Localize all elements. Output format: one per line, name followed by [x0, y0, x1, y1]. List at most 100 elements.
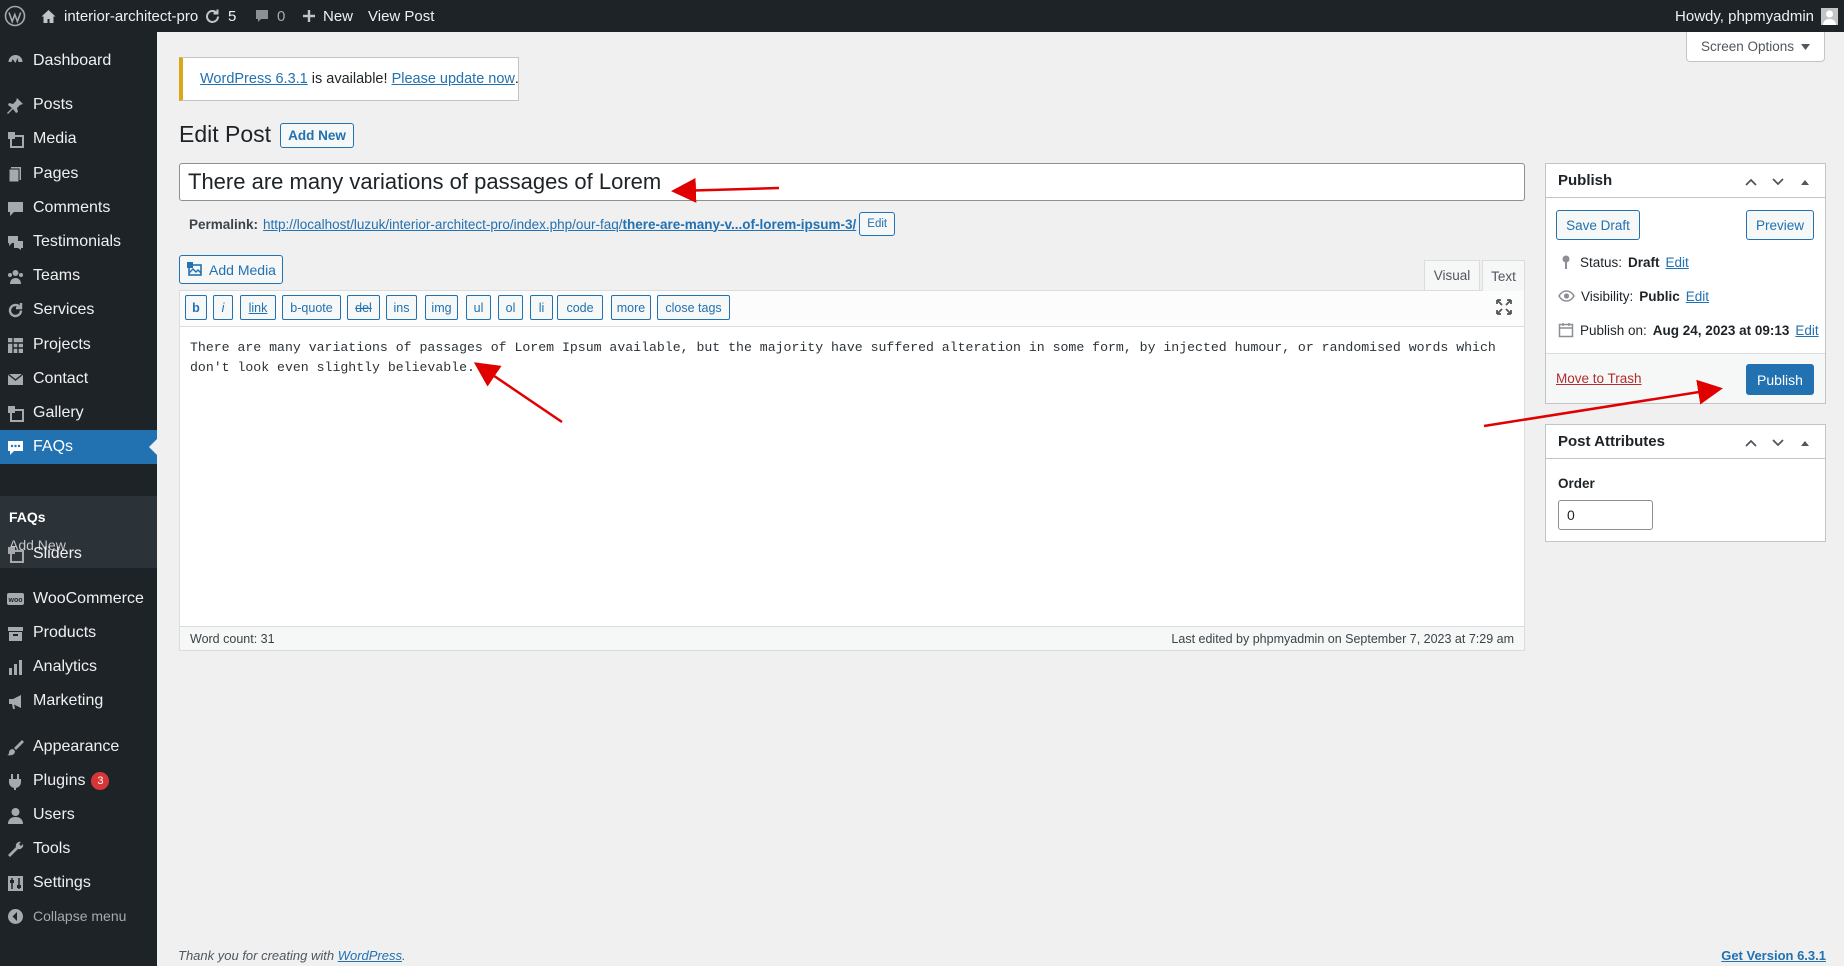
quicktag-ul-button[interactable]: ul	[466, 295, 491, 320]
quicktag-close-tags-button[interactable]: close tags	[657, 295, 730, 320]
preview-button[interactable]: Preview	[1746, 210, 1814, 240]
sidebar-item-label: WooCommerce	[33, 590, 144, 607]
sidebar-item-label: Testimonials	[33, 233, 122, 250]
sidebar-item-projects[interactable]: Projects	[0, 328, 157, 362]
wordpress-version-link[interactable]: WordPress 6.3.1	[200, 71, 308, 87]
sidebar-item-teams[interactable]: Teams	[0, 259, 157, 293]
move-to-trash-link[interactable]: Move to Trash	[1556, 371, 1642, 386]
edit-date-link[interactable]: Edit	[1795, 323, 1818, 338]
home-icon	[41, 9, 56, 23]
quicktag-link-button[interactable]: link	[240, 295, 276, 320]
chevron-down-icon[interactable]	[1770, 174, 1786, 190]
media-icon	[7, 131, 24, 148]
submenu-item-faqs[interactable]: FAQs	[9, 509, 46, 525]
screen-options-label: Screen Options	[1700, 39, 1795, 54]
sidebar-item-collapse-menu[interactable]: Collapse menu	[0, 899, 157, 933]
collapse-icon	[7, 908, 24, 925]
post-title-input[interactable]: There are many variations of passages of…	[179, 163, 1525, 201]
sidebar-item-label: Appearance	[33, 738, 120, 755]
quicktag-ol-button[interactable]: ol	[498, 295, 523, 320]
permalink-edit-button[interactable]: Edit	[859, 212, 896, 236]
publish-on-value: Aug 24, 2023 at 09:13	[1652, 322, 1790, 338]
testimonial-icon	[7, 234, 24, 251]
quicktag-li-button[interactable]: li	[530, 295, 553, 320]
wordpress-logo-icon[interactable]	[4, 0, 26, 32]
sidebar-item-label: Products	[33, 624, 97, 641]
site-name-link[interactable]: interior-architect-pro	[40, 0, 198, 32]
sidebar-item-label: Media	[33, 130, 77, 147]
sidebar-item-products[interactable]: Products	[0, 616, 157, 650]
word-count: Word count: 31	[190, 632, 275, 646]
footer-wordpress-link[interactable]: WordPress	[338, 948, 402, 963]
updates-link[interactable]: 5	[204, 0, 236, 32]
sidebar-item-label: Dashboard	[33, 52, 112, 69]
sidebar-item-comments[interactable]: Comments	[0, 191, 157, 225]
quicktag-b-button[interactable]: b	[185, 295, 207, 320]
post-content-textarea[interactable]: There are many variations of passages of…	[190, 338, 1510, 378]
order-input[interactable]: 0	[1558, 500, 1653, 530]
quicktag-code-button[interactable]: code	[557, 295, 603, 320]
sidebar-item-posts[interactable]: Posts	[0, 88, 157, 122]
pages-icon	[7, 166, 24, 183]
sidebar-item-testimonials[interactable]: Testimonials	[0, 225, 157, 259]
sidebar-item-sliders[interactable]: Sliders	[0, 537, 157, 571]
quicktag-img-button[interactable]: img	[425, 295, 458, 320]
sidebar-item-dashboard[interactable]: Dashboard	[0, 44, 157, 78]
gallery-icon	[7, 405, 24, 422]
chevron-down-icon[interactable]	[1770, 435, 1786, 451]
avatar	[1821, 7, 1838, 25]
save-draft-button[interactable]: Save Draft	[1556, 210, 1640, 240]
permalink-link[interactable]: http://localhost/luzuk/interior-architec…	[263, 217, 856, 232]
update-now-link[interactable]: Please update now	[392, 71, 515, 87]
sidebar-item-appearance[interactable]: Appearance	[0, 730, 157, 764]
notice-end: .	[514, 71, 519, 87]
chevron-up-icon[interactable]	[1743, 174, 1759, 190]
sidebar-item-label: Plugins 3	[33, 772, 110, 790]
quicktag-del-button[interactable]: del	[347, 295, 380, 320]
comments-link[interactable]: 0	[254, 0, 285, 32]
toggle-panel-icon[interactable]	[1797, 435, 1813, 451]
sidebar-item-contact[interactable]: Contact	[0, 362, 157, 396]
sidebar-item-woocommerce[interactable]: woo WooCommerce	[0, 582, 157, 616]
visibility-icon	[1558, 290, 1575, 302]
visibility-label: Visibility:	[1581, 288, 1634, 304]
sidebar-item-faqs[interactable]: FAQs	[0, 430, 157, 464]
edit-visibility-link[interactable]: Edit	[1686, 289, 1709, 304]
editor-container: There are many variations of passages of…	[179, 290, 1525, 651]
fullscreen-icon[interactable]	[1496, 299, 1512, 315]
sidebar-item-label: Users	[33, 806, 75, 823]
chevron-up-icon[interactable]	[1743, 435, 1759, 451]
my-account-link[interactable]: Howdy, phpmyadmin	[1675, 0, 1838, 32]
post-title-value: There are many variations of passages of…	[188, 169, 662, 194]
sidebar-item-plugins[interactable]: Plugins 3	[0, 764, 157, 798]
sidebar-item-tools[interactable]: Tools	[0, 832, 157, 866]
sidebar-item-users[interactable]: Users	[0, 798, 157, 832]
get-version-link[interactable]: Get Version 6.3.1	[1721, 948, 1826, 963]
sidebar-item-media[interactable]: Media	[0, 122, 157, 156]
toggle-panel-icon[interactable]	[1797, 174, 1813, 190]
new-content-link[interactable]: New	[302, 0, 353, 32]
sidebar-item-marketing[interactable]: Marketing	[0, 684, 157, 718]
view-post-link[interactable]: View Post	[368, 0, 434, 32]
quicktag-b-quote-button[interactable]: b-quote	[282, 295, 341, 320]
faq-icon	[7, 439, 24, 456]
sidebar-item-analytics[interactable]: Analytics	[0, 650, 157, 684]
grid-icon	[7, 337, 24, 354]
comments-count: 0	[277, 7, 286, 25]
sidebar-item-gallery[interactable]: Gallery	[0, 396, 157, 430]
publish-actions: Move to Trash Publish	[1546, 353, 1825, 403]
add-media-button[interactable]: Add Media	[179, 255, 283, 284]
sidebar-item-services[interactable]: Services	[0, 293, 157, 327]
permalink-slug: there-are-many-v...of-lorem-ipsum-3/	[622, 216, 857, 232]
tab-visual[interactable]: Visual	[1424, 260, 1480, 290]
sidebar-item-settings[interactable]: Settings	[0, 866, 157, 900]
tab-text[interactable]: Text	[1482, 260, 1525, 291]
quicktag-ins-button[interactable]: ins	[386, 295, 417, 320]
edit-status-link[interactable]: Edit	[1666, 255, 1689, 270]
quicktag-i-button[interactable]: i	[213, 295, 233, 320]
screen-options-button[interactable]: Screen Options	[1686, 32, 1825, 62]
quicktag-more-button[interactable]: more	[611, 295, 651, 320]
add-new-post-button[interactable]: Add New	[280, 123, 354, 148]
sidebar-item-pages[interactable]: Pages	[0, 157, 157, 191]
publish-button[interactable]: Publish	[1746, 364, 1814, 395]
